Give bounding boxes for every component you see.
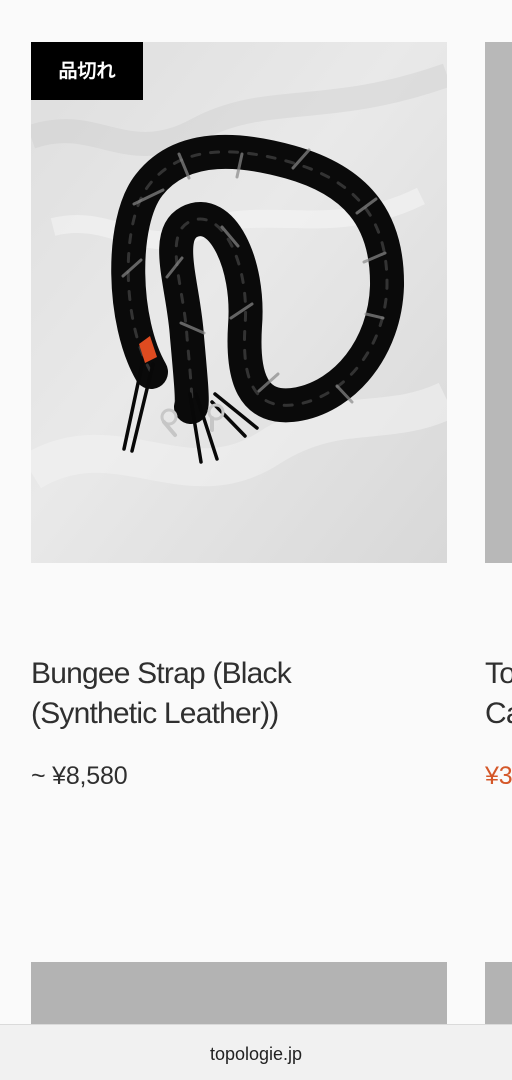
next-product-image[interactable]: [485, 42, 512, 563]
bungee-strap-image[interactable]: 品切れ: [31, 42, 447, 563]
next-row-side-placeholder: [485, 962, 512, 1024]
product-card-next-partial[interactable]: To Ca ¥3: [485, 42, 512, 790]
site-domain[interactable]: topologie.jp: [0, 1043, 512, 1065]
sold-out-badge: 品切れ: [31, 42, 143, 100]
product-price: ~ ¥8,580: [31, 762, 128, 790]
product-carousel: 品切れ Bungee Strap (Black (Synthetic Leath…: [0, 0, 512, 1024]
next-row-image-placeholder: [31, 962, 447, 1024]
black-bungee-strap-photo: [31, 42, 447, 563]
next-product-title-partial[interactable]: To Ca: [485, 654, 512, 734]
browser-address-bar[interactable]: topologie.jp: [0, 1024, 512, 1080]
next-product-price-partial: ¥3: [485, 762, 512, 790]
product-title[interactable]: Bungee Strap (Black (Synthetic Leather)): [31, 654, 421, 734]
product-card-bungee-strap[interactable]: 品切れ Bungee Strap (Black (Synthetic Leath…: [31, 42, 447, 790]
gray-placeholder: [485, 42, 512, 563]
